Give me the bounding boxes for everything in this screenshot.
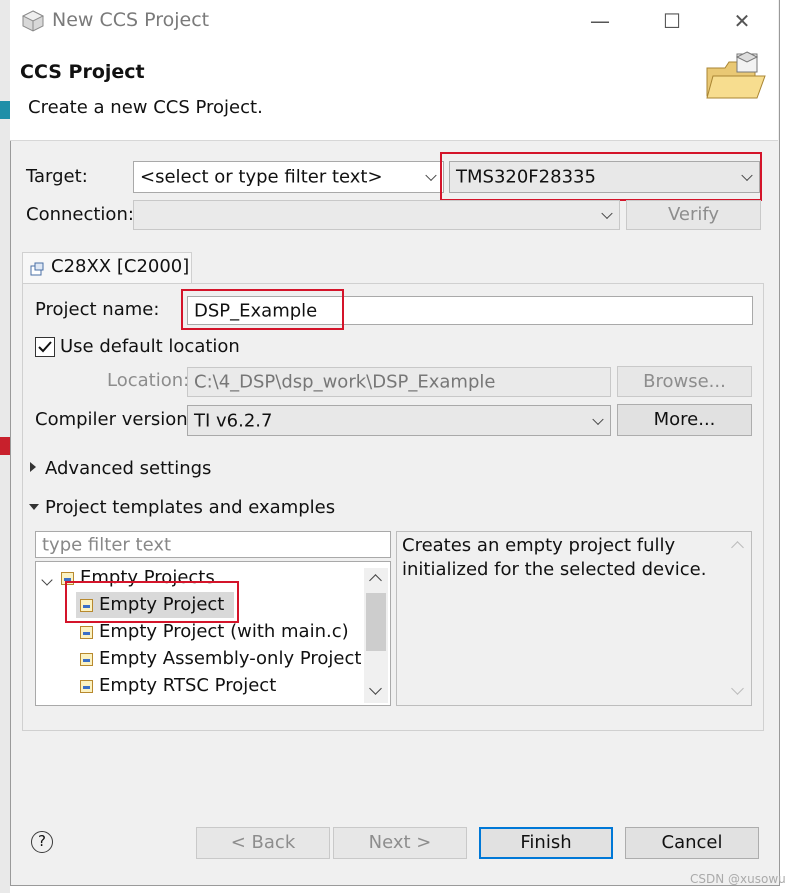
next-button[interactable]: Next >: [333, 827, 467, 859]
highlight-box: [181, 289, 344, 330]
chevron-down-icon: [425, 169, 437, 182]
templates-toggle[interactable]: Project templates and examples: [45, 497, 335, 518]
page-description: Create a new CCS Project.: [28, 97, 263, 118]
template-description-line: Creates an empty project fully: [402, 535, 676, 556]
chip-icon: [30, 260, 44, 276]
chevron-down-icon: [592, 413, 604, 425]
location-value: C:\4_DSP\dsp_work\DSP_Example: [194, 371, 496, 393]
chevron-down-icon: [601, 207, 613, 220]
tab-label: C28XX [C2000]: [51, 256, 190, 277]
app-icon: [21, 10, 45, 32]
highlight-box: [440, 152, 762, 201]
background-tab-fragment: [0, 101, 10, 119]
template-description-line: initialized for the selected device.: [402, 559, 707, 580]
project-name-label: Project name:: [35, 299, 160, 320]
list-item[interactable]: Empty Assembly-only Project: [99, 648, 361, 669]
list-item[interactable]: Empty RTSC Project: [99, 675, 276, 696]
target-filter-combo[interactable]: <select or type filter text>: [133, 161, 444, 193]
location-label: Location:: [107, 370, 190, 391]
more-button[interactable]: More...: [617, 404, 752, 436]
list-item[interactable]: Empty Project (with main.c): [99, 621, 349, 642]
watermark: CSDN @xusowu: [690, 872, 786, 886]
chevron-down-icon[interactable]: [29, 504, 39, 510]
folder-icon: [705, 50, 767, 102]
background-tab-fragment: [0, 437, 10, 455]
advanced-settings-toggle[interactable]: Advanced settings: [45, 458, 211, 479]
wizard-header: [10, 42, 778, 141]
connection-label: Connection:: [26, 204, 134, 225]
page-title: CCS Project: [20, 61, 145, 83]
compiler-label: Compiler version:: [35, 409, 194, 430]
project-template-icon: [80, 626, 93, 639]
chevron-right-icon[interactable]: [30, 462, 36, 472]
finish-button[interactable]: Finish: [479, 827, 613, 859]
browse-button[interactable]: Browse...: [617, 366, 752, 397]
checkmark-icon: [38, 341, 52, 353]
template-filter-placeholder: type filter text: [42, 534, 172, 555]
close-button[interactable]: ✕: [722, 6, 762, 36]
connection-combo[interactable]: [133, 200, 620, 230]
window-title: New CCS Project: [52, 9, 210, 31]
use-default-label: Use default location: [60, 336, 240, 357]
project-template-icon: [80, 653, 93, 666]
compiler-combo[interactable]: TI v6.2.7: [187, 405, 611, 436]
location-input[interactable]: C:\4_DSP\dsp_work\DSP_Example: [187, 367, 611, 397]
highlight-box: [65, 581, 239, 623]
use-default-checkbox[interactable]: [35, 337, 55, 357]
compiler-value: TI v6.2.7: [194, 410, 273, 431]
help-icon[interactable]: ?: [31, 831, 53, 853]
template-description-panel: [396, 531, 752, 706]
template-filter-input[interactable]: type filter text: [35, 531, 391, 558]
cancel-button[interactable]: Cancel: [625, 827, 759, 859]
target-label: Target:: [26, 166, 88, 187]
maximize-button[interactable]: ☐: [652, 6, 692, 36]
back-button[interactable]: < Back: [196, 827, 330, 859]
verify-button[interactable]: Verify: [626, 200, 761, 230]
project-template-icon: [80, 680, 93, 693]
minimize-button[interactable]: —: [580, 6, 620, 36]
target-filter-text: <select or type filter text>: [140, 166, 383, 188]
scroll-thumb[interactable]: [366, 593, 386, 651]
